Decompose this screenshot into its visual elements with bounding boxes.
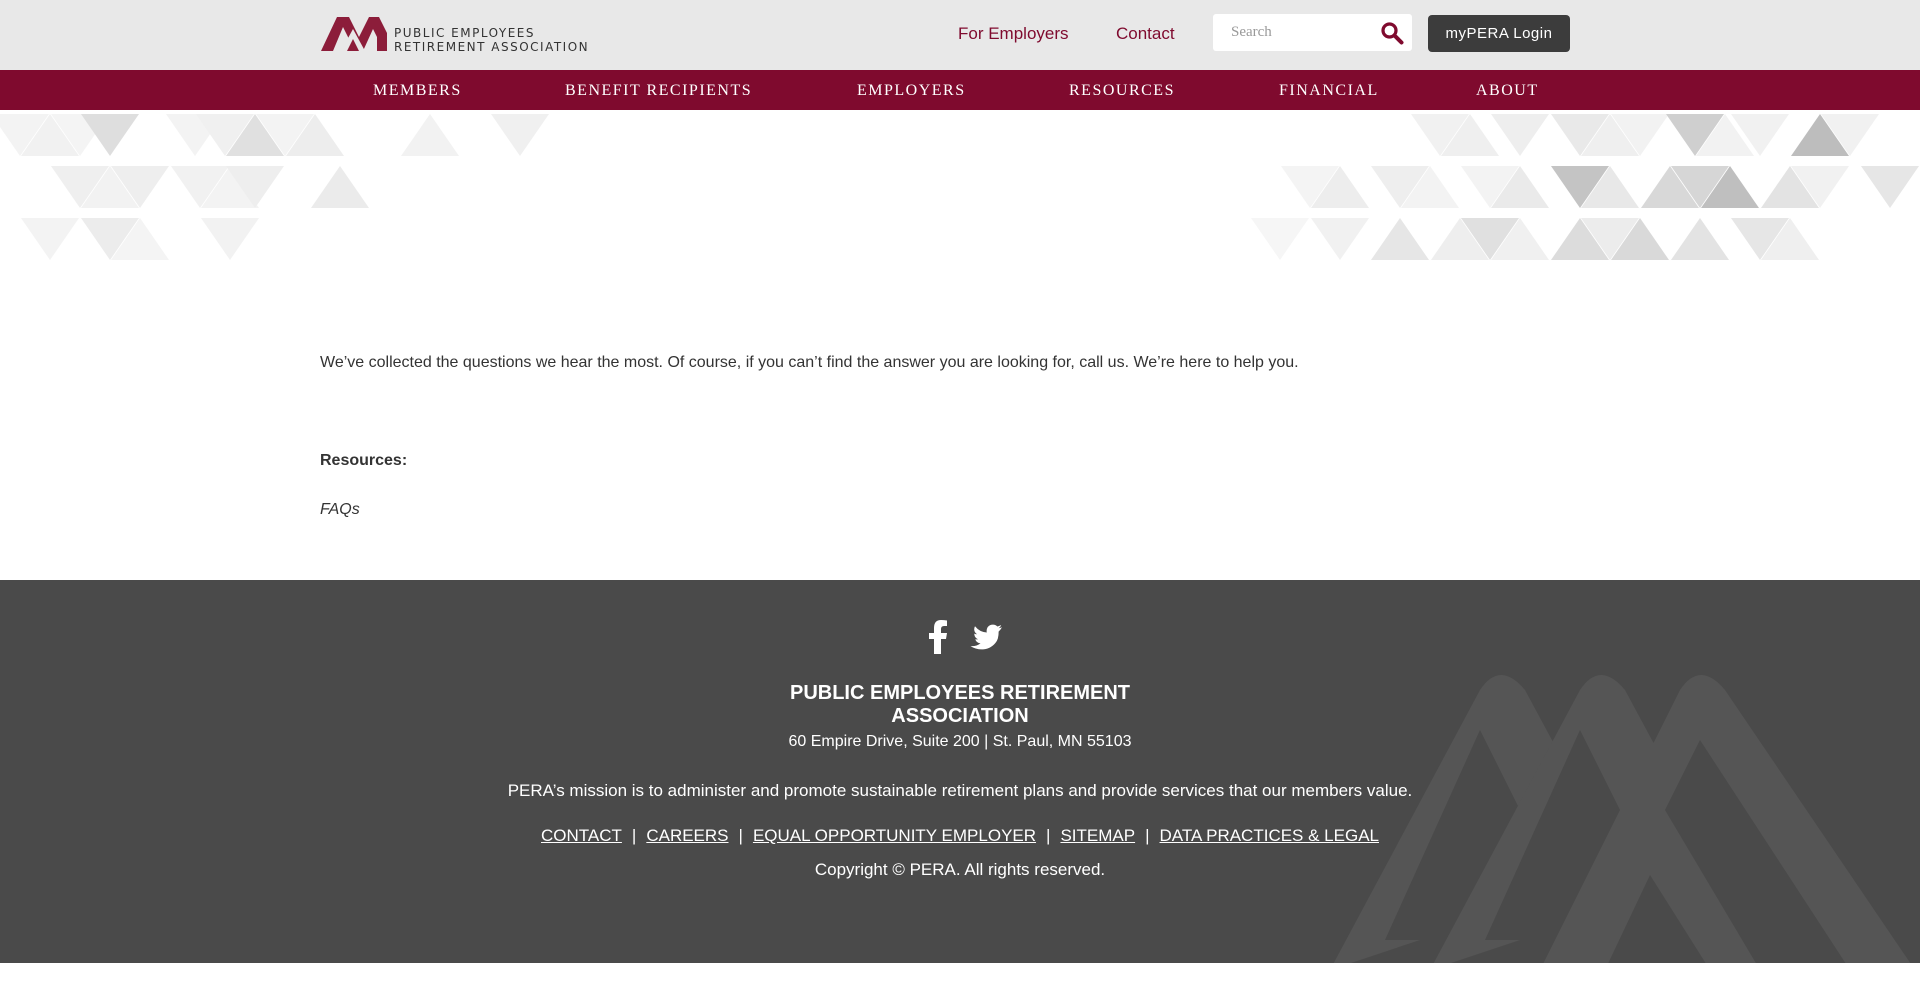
- nav-members[interactable]: MEMBERS: [373, 82, 462, 100]
- nav-employers[interactable]: EMPLOYERS: [857, 82, 966, 100]
- top-bar: PUBLIC EMPLOYEES RETIREMENT ASSOCIATION …: [0, 0, 1920, 70]
- logo-text-line1: PUBLIC EMPLOYEES: [394, 26, 535, 40]
- pera-logo[interactable]: PUBLIC EMPLOYEES RETIREMENT ASSOCIATION: [319, 13, 588, 55]
- main-nav: MEMBERS BENEFIT RECIPIENTS EMPLOYERS RES…: [0, 70, 1920, 110]
- footer-separator: |: [1145, 826, 1150, 845]
- decorative-triangle: [1491, 114, 1549, 156]
- search-input[interactable]: [1213, 14, 1381, 51]
- decorative-triangle: [1311, 218, 1369, 260]
- footer-links: CONTACT | CAREERS | EQUAL OPPORTUNITY EMPLOY…: [0, 826, 1920, 846]
- decorative-triangle: [1371, 218, 1429, 260]
- footer-separator: |: [738, 826, 743, 845]
- nav-benefit-recipients[interactable]: BENEFIT RECIPIENTS: [565, 82, 752, 100]
- decorative-triangle: [1861, 166, 1919, 208]
- decorative-triangle: [21, 218, 79, 260]
- logo-text-line2: RETIREMENT ASSOCIATION: [394, 40, 590, 54]
- nav-financial[interactable]: FINANCIAL: [1279, 82, 1379, 100]
- decorative-triangle: [401, 114, 459, 156]
- nav-about[interactable]: ABOUT: [1476, 82, 1539, 100]
- footer-name-line1: PUBLIC EMPLOYEES RETIREMENT: [789, 682, 1131, 704]
- decorative-triangle: [1671, 218, 1729, 260]
- hero-banner: [0, 110, 1920, 270]
- decorative-triangle: [201, 218, 259, 260]
- footer-link-sitemap[interactable]: SITEMAP: [1060, 826, 1135, 845]
- intro-text: We’ve collected the questions we hear th…: [320, 354, 1299, 371]
- faqs-link[interactable]: FAQs: [320, 501, 360, 519]
- facebook-icon[interactable]: [928, 620, 948, 654]
- for-employers-link[interactable]: For Employers: [958, 24, 1069, 44]
- footer-address: 60 Empire Drive, Suite 200 | St. Paul, M…: [788, 733, 1132, 750]
- contact-link[interactable]: Contact: [1116, 24, 1175, 44]
- footer-link-contact[interactable]: CONTACT: [541, 826, 622, 845]
- resources-label: Resources:: [320, 452, 408, 469]
- decorative-triangle: [311, 166, 369, 208]
- footer-link-data-practices[interactable]: DATA PRACTICES & LEGAL: [1160, 826, 1380, 845]
- footer-link-equal-opportunity[interactable]: EQUAL OPPORTUNITY EMPLOYER: [753, 826, 1036, 845]
- footer-mission: PERA’s mission is to administer and prom…: [507, 781, 1413, 800]
- footer: PUBLIC EMPLOYEES RETIREMENT ASSOCIATION 6…: [0, 580, 1920, 963]
- twitter-icon[interactable]: [968, 624, 1002, 652]
- footer-separator: |: [631, 826, 637, 845]
- search-box: [1213, 14, 1412, 51]
- decorative-triangle: [1251, 218, 1309, 260]
- footer-name-line2: ASSOCIATION: [891, 705, 1029, 727]
- search-icon[interactable]: [1380, 21, 1404, 45]
- footer-org-name: PUBLIC EMPLOYEES RETIREMENT ASSOCIATION: [0, 682, 1920, 728]
- triangle-pattern: [0, 114, 1919, 260]
- mypera-login-button[interactable]: myPERA Login: [1428, 15, 1570, 52]
- pera-logo-icon: [321, 17, 387, 51]
- footer-copyright: Copyright © PERA. All rights reserved.: [814, 860, 1106, 879]
- nav-resources[interactable]: RESOURCES: [1069, 82, 1175, 100]
- footer-separator: |: [1046, 826, 1051, 845]
- footer-link-careers[interactable]: CAREERS: [646, 826, 728, 845]
- decorative-triangle: [491, 114, 549, 156]
